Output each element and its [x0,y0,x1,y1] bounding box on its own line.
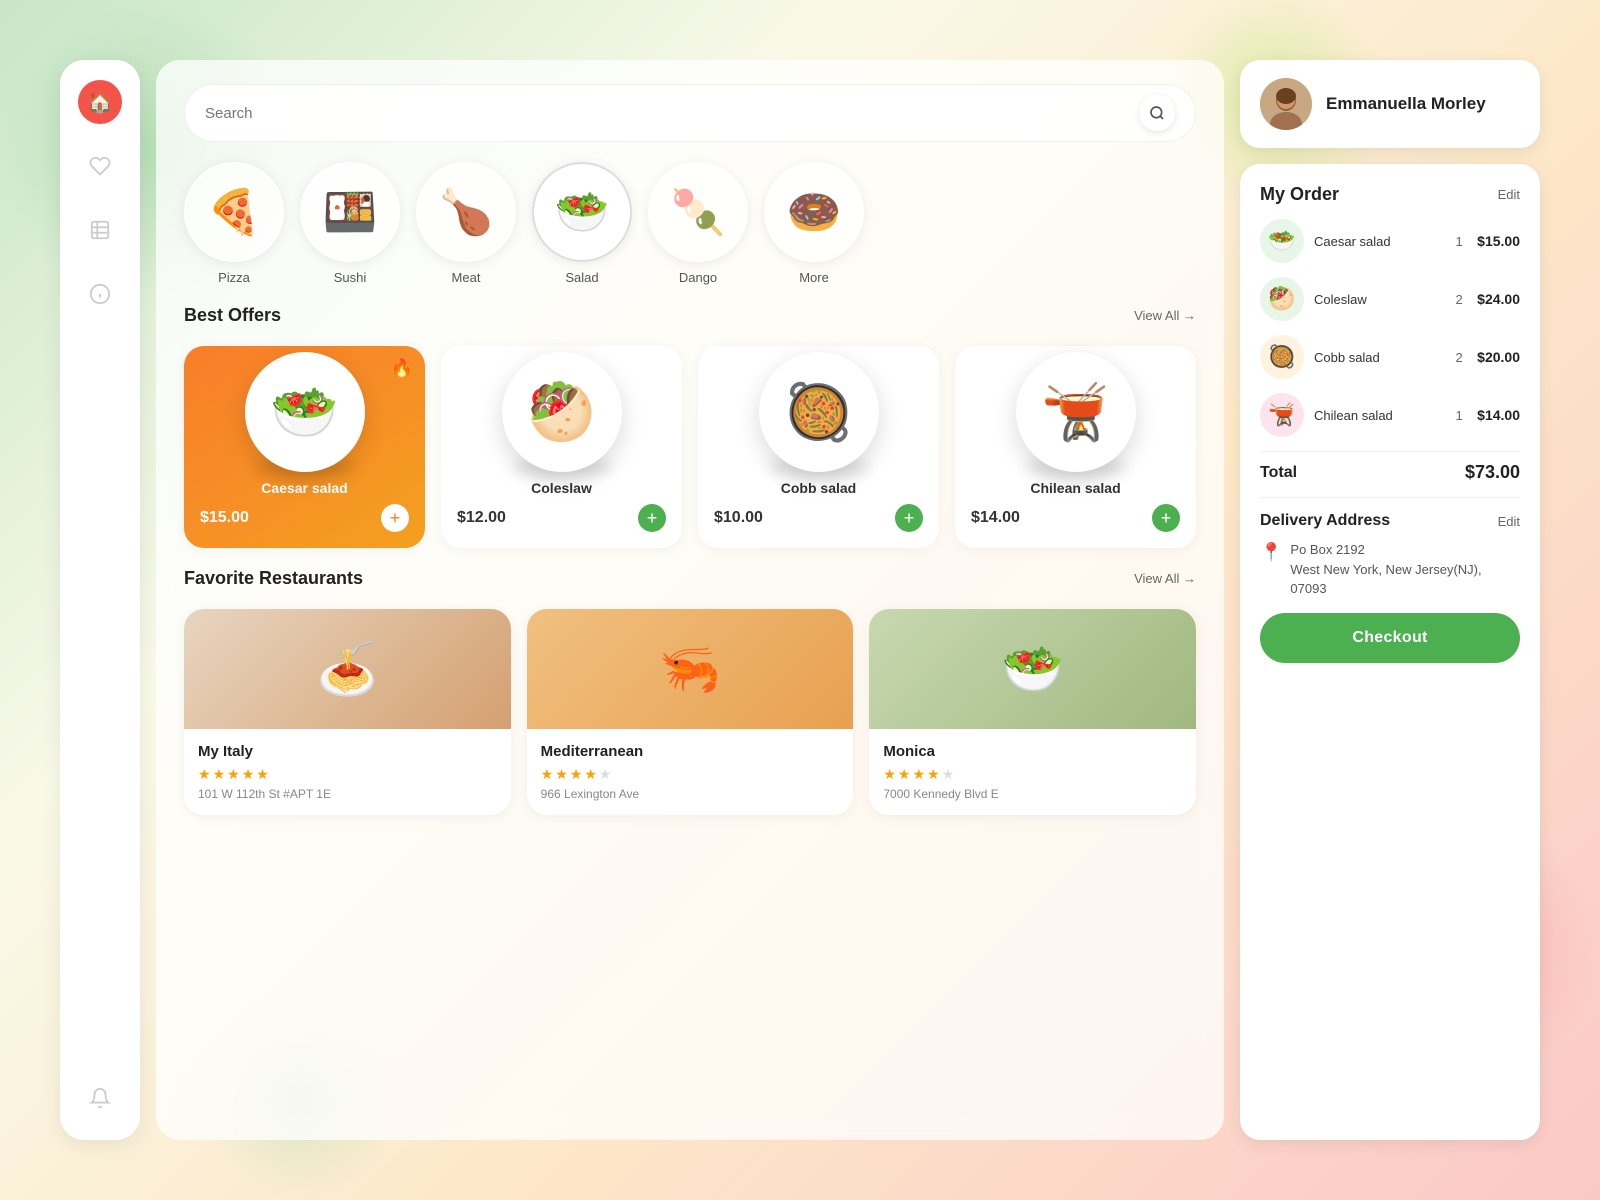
restaurant-stars-mediterranean: ★★★★★ [541,766,840,783]
order-item-cobb: 🥘 Cobb salad 2 $20.00 [1260,335,1520,379]
best-offers-header: Best Offers View All → [184,305,1196,326]
restaurant-my-italy[interactable]: 🍝 My Italy ★★★★★ 101 W 112th St #APT 1E [184,609,511,815]
restaurant-addr-monica: 7000 Kennedy Blvd E [883,787,1182,801]
add-caesar-button[interactable]: + [381,504,409,532]
restaurant-name-italy: My Italy [198,743,497,760]
category-pizza[interactable]: 🍕 Pizza [184,162,284,285]
food-card-coleslaw[interactable]: 🥙 Coleslaw $12.00 + [441,346,682,548]
restaurants-view-all[interactable]: View All → [1134,571,1196,586]
sidebar-item-notifications[interactable] [78,1076,122,1120]
map-pin-icon: 📍 [1260,542,1282,563]
category-salad[interactable]: 🥗 Salad [532,162,632,285]
category-more[interactable]: 🍩 More [764,162,864,285]
delivery-address: Po Box 2192West New York, New Jersey(NJ)… [1290,540,1520,599]
sidebar-item-home[interactable]: 🏠 [78,80,122,124]
category-sushi[interactable]: 🍱 Sushi [300,162,400,285]
delivery-section: Delivery Address Edit 📍 Po Box 2192West … [1260,497,1520,599]
restaurant-mediterranean[interactable]: 🦐 Mediterranean ★★★★★ 966 Lexington Ave [527,609,854,815]
best-offers-title: Best Offers [184,305,281,326]
restaurant-addr-mediterranean: 966 Lexington Ave [541,787,840,801]
food-grid: 🔥 🥗 Caesar salad $15.00 + 🥙 [184,346,1196,548]
sidebar-item-orders[interactable] [78,208,122,252]
fire-badge: 🔥 [391,358,413,379]
sidebar: 🏠 [60,60,140,1140]
food-name-coleslaw: Coleslaw [531,480,592,496]
categories: 🍕 Pizza 🍱 Sushi 🍗 Meat 🥗 Salad 🍡 [184,162,1196,285]
restaurant-grid: 🍝 My Italy ★★★★★ 101 W 112th St #APT 1E … [184,609,1196,815]
food-price-coleslaw: $12.00 [457,509,506,527]
restaurants-header: Favorite Restaurants View All → [184,568,1196,589]
order-item-coleslaw: 🥙 Coleslaw 2 $24.00 [1260,277,1520,321]
order-total: Total $73.00 [1260,451,1520,483]
food-price-chilean: $14.00 [971,509,1020,527]
order-item-caesar: 🥗 Caesar salad 1 $15.00 [1260,219,1520,263]
add-chilean-button[interactable]: + [1152,504,1180,532]
restaurants-title: Favorite Restaurants [184,568,363,589]
category-meat[interactable]: 🍗 Meat [416,162,516,285]
user-name: Emmanuella Morley [1326,93,1486,115]
food-price-cobb: $10.00 [714,509,763,527]
main-content: 🍕 Pizza 🍱 Sushi 🍗 Meat 🥗 Salad 🍡 [156,60,1224,1140]
avatar [1260,78,1312,130]
restaurant-monica[interactable]: 🥗 Monica ★★★★★ 7000 Kennedy Blvd E [869,609,1196,815]
search-button[interactable] [1139,95,1175,131]
right-panel: Emmanuella Morley My Order Edit 🥗 Caesar… [1240,60,1540,1140]
search-bar [184,84,1196,142]
restaurant-stars-monica: ★★★★★ [883,766,1182,783]
search-input[interactable] [205,105,1129,122]
food-name-chilean: Chilean salad [1030,480,1120,496]
food-name-cobb: Cobb salad [781,480,856,496]
restaurant-name-monica: Monica [883,743,1182,760]
add-cobb-button[interactable]: + [895,504,923,532]
profile-card: Emmanuella Morley [1240,60,1540,148]
order-item-chilean: 🫕 Chilean salad 1 $14.00 [1260,393,1520,437]
food-name-caesar: Caesar salad [261,480,347,496]
best-offers-view-all[interactable]: View All → [1134,308,1196,323]
restaurant-stars-italy: ★★★★★ [198,766,497,783]
food-price-caesar: $15.00 [200,509,249,527]
checkout-button[interactable]: Checkout [1260,613,1520,663]
category-dango[interactable]: 🍡 Dango [648,162,748,285]
restaurant-addr-italy: 101 W 112th St #APT 1E [198,787,497,801]
food-card-caesar[interactable]: 🔥 🥗 Caesar salad $15.00 + [184,346,425,548]
sidebar-item-favorites[interactable] [78,144,122,188]
food-card-chilean[interactable]: 🫕 Chilean salad $14.00 + [955,346,1196,548]
restaurant-name-mediterranean: Mediterranean [541,743,840,760]
sidebar-item-info[interactable] [78,272,122,316]
food-card-cobb[interactable]: 🥘 Cobb salad $10.00 + [698,346,939,548]
add-coleslaw-button[interactable]: + [638,504,666,532]
delivery-title: Delivery Address [1260,512,1390,530]
order-card: My Order Edit 🥗 Caesar salad 1 $15.00 🥙 … [1240,164,1540,1140]
delivery-edit-button[interactable]: Edit [1498,514,1520,529]
order-edit-button[interactable]: Edit [1498,187,1520,202]
main-card: 🍕 Pizza 🍱 Sushi 🍗 Meat 🥗 Salad 🍡 [156,60,1224,1140]
order-title: My Order [1260,184,1339,205]
